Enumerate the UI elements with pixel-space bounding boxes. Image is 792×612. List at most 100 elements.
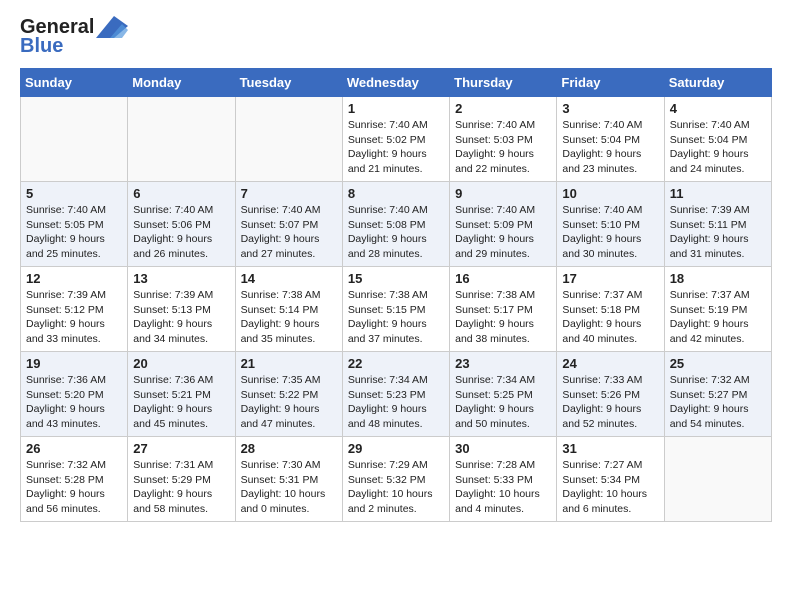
- sunset-info: Sunset: 5:02 PM: [348, 134, 426, 146]
- daylight-hours: Daylight: 9 hours and 35 minutes.: [241, 318, 320, 345]
- calendar-day-13: 13Sunrise: 7:39 AMSunset: 5:13 PMDayligh…: [128, 267, 235, 352]
- day-info: Sunrise: 7:40 AMSunset: 5:02 PMDaylight:…: [348, 118, 444, 177]
- calendar-empty-cell: [235, 97, 342, 182]
- sunrise-info: Sunrise: 7:36 AM: [26, 374, 106, 386]
- calendar-day-15: 15Sunrise: 7:38 AMSunset: 5:15 PMDayligh…: [342, 267, 449, 352]
- calendar-day-24: 24Sunrise: 7:33 AMSunset: 5:26 PMDayligh…: [557, 352, 664, 437]
- day-number: 31: [562, 441, 658, 456]
- sunrise-info: Sunrise: 7:36 AM: [133, 374, 213, 386]
- day-number: 16: [455, 271, 551, 286]
- sunrise-info: Sunrise: 7:33 AM: [562, 374, 642, 386]
- calendar-day-10: 10Sunrise: 7:40 AMSunset: 5:10 PMDayligh…: [557, 182, 664, 267]
- sunrise-info: Sunrise: 7:39 AM: [133, 289, 213, 301]
- day-number: 21: [241, 356, 337, 371]
- day-info: Sunrise: 7:40 AMSunset: 5:04 PMDaylight:…: [562, 118, 658, 177]
- sunrise-info: Sunrise: 7:40 AM: [348, 119, 428, 131]
- daylight-hours: Daylight: 9 hours and 43 minutes.: [26, 403, 105, 430]
- sunrise-info: Sunrise: 7:35 AM: [241, 374, 321, 386]
- sunset-info: Sunset: 5:18 PM: [562, 304, 640, 316]
- sunset-info: Sunset: 5:26 PM: [562, 389, 640, 401]
- day-info: Sunrise: 7:35 AMSunset: 5:22 PMDaylight:…: [241, 373, 337, 432]
- day-info: Sunrise: 7:34 AMSunset: 5:25 PMDaylight:…: [455, 373, 551, 432]
- day-number: 28: [241, 441, 337, 456]
- calendar-week-row: 5Sunrise: 7:40 AMSunset: 5:05 PMDaylight…: [21, 182, 772, 267]
- calendar-day-14: 14 Sunrise: 7:38 AMSunset: 5:14 PMDayligh…: [235, 267, 342, 352]
- daylight-hours: Daylight: 9 hours and 34 minutes.: [133, 318, 212, 345]
- sunset-info: Sunset: 5:28 PM: [26, 474, 104, 486]
- calendar-day-19: 19Sunrise: 7:36 AMSunset: 5:20 PMDayligh…: [21, 352, 128, 437]
- day-info: Sunrise: 7:38 AMSunset: 5:14 PMDaylight:…: [241, 288, 337, 347]
- day-info: Sunrise: 7:29 AMSunset: 5:32 PMDaylight:…: [348, 458, 444, 517]
- sunset-info: Sunset: 5:19 PM: [670, 304, 748, 316]
- day-info: Sunrise: 7:27 AMSunset: 5:34 PMDaylight:…: [562, 458, 658, 517]
- sunrise-info: Sunrise: 7:39 AM: [670, 204, 750, 216]
- sunrise-info: Sunrise: 7:34 AM: [455, 374, 535, 386]
- calendar-empty-cell: [21, 97, 128, 182]
- sunset-info: Sunset: 5:32 PM: [348, 474, 426, 486]
- calendar-day-20: 20 Sunrise: 7:36 AMSunset: 5:21 PMDayligh…: [128, 352, 235, 437]
- calendar-day-31: 31 Sunrise: 7:27 AMSunset: 5:34 PMDayligh…: [557, 437, 664, 522]
- sunrise-info: Sunrise: 7:40 AM: [562, 119, 642, 131]
- day-info: Sunrise: 7:40 AMSunset: 5:09 PMDaylight:…: [455, 203, 551, 262]
- day-number: 10: [562, 186, 658, 201]
- daylight-hours: Daylight: 9 hours and 48 minutes.: [348, 403, 427, 430]
- weekday-header-wednesday: Wednesday: [342, 69, 449, 97]
- daylight-hours: Daylight: 9 hours and 54 minutes.: [670, 403, 749, 430]
- day-info: Sunrise: 7:31 AMSunset: 5:29 PMDaylight:…: [133, 458, 229, 517]
- daylight-hours: Daylight: 9 hours and 50 minutes.: [455, 403, 534, 430]
- calendar-day-18: 18Sunrise: 7:37 AMSunset: 5:19 PMDayligh…: [664, 267, 771, 352]
- calendar-day-28: 28Sunrise: 7:30 AMSunset: 5:31 PMDayligh…: [235, 437, 342, 522]
- sunset-info: Sunset: 5:12 PM: [26, 304, 104, 316]
- day-info: Sunrise: 7:32 AMSunset: 5:27 PMDaylight:…: [670, 373, 766, 432]
- daylight-hours: Daylight: 10 hours and 6 minutes.: [562, 488, 647, 515]
- weekday-header-monday: Monday: [128, 69, 235, 97]
- weekday-header-friday: Friday: [557, 69, 664, 97]
- day-number: 9: [455, 186, 551, 201]
- day-info: Sunrise: 7:40 AMSunset: 5:06 PMDaylight:…: [133, 203, 229, 262]
- sunset-info: Sunset: 5:04 PM: [670, 134, 748, 146]
- day-number: 20: [133, 356, 229, 371]
- daylight-hours: Daylight: 9 hours and 23 minutes.: [562, 148, 641, 175]
- calendar-header-row: SundayMondayTuesdayWednesdayThursdayFrid…: [21, 69, 772, 97]
- day-number: 14: [241, 271, 337, 286]
- sunrise-info: Sunrise: 7:40 AM: [133, 204, 213, 216]
- day-number: 7: [241, 186, 337, 201]
- sunrise-info: Sunrise: 7:31 AM: [133, 459, 213, 471]
- calendar-day-3: 3 Sunrise: 7:40 AMSunset: 5:04 PMDaylight…: [557, 97, 664, 182]
- day-number: 3: [562, 101, 658, 116]
- day-info: Sunrise: 7:39 AMSunset: 5:12 PMDaylight:…: [26, 288, 122, 347]
- daylight-hours: Daylight: 9 hours and 33 minutes.: [26, 318, 105, 345]
- sunrise-info: Sunrise: 7:40 AM: [670, 119, 750, 131]
- day-info: Sunrise: 7:34 AMSunset: 5:23 PMDaylight:…: [348, 373, 444, 432]
- calendar-day-6: 6Sunrise: 7:40 AMSunset: 5:06 PMDaylight…: [128, 182, 235, 267]
- calendar-day-16: 16Sunrise: 7:38 AMSunset: 5:17 PMDayligh…: [450, 267, 557, 352]
- day-number: 26: [26, 441, 122, 456]
- day-info: Sunrise: 7:36 AMSunset: 5:21 PMDaylight:…: [133, 373, 229, 432]
- calendar: SundayMondayTuesdayWednesdayThursdayFrid…: [20, 68, 772, 522]
- calendar-day-29: 29 Sunrise: 7:29 AMSunset: 5:32 PMDayligh…: [342, 437, 449, 522]
- calendar-week-row: 26 Sunrise: 7:32 AMSunset: 5:28 PMDayligh…: [21, 437, 772, 522]
- sunrise-info: Sunrise: 7:30 AM: [241, 459, 321, 471]
- daylight-hours: Daylight: 10 hours and 2 minutes.: [348, 488, 433, 515]
- sunset-info: Sunset: 5:08 PM: [348, 219, 426, 231]
- day-number: 29: [348, 441, 444, 456]
- daylight-hours: Daylight: 9 hours and 30 minutes.: [562, 233, 641, 260]
- sunset-info: Sunset: 5:23 PM: [348, 389, 426, 401]
- daylight-hours: Daylight: 9 hours and 37 minutes.: [348, 318, 427, 345]
- daylight-hours: Daylight: 9 hours and 52 minutes.: [562, 403, 641, 430]
- weekday-header-thursday: Thursday: [450, 69, 557, 97]
- day-info: Sunrise: 7:39 AMSunset: 5:13 PMDaylight:…: [133, 288, 229, 347]
- weekday-header-sunday: Sunday: [21, 69, 128, 97]
- calendar-week-row: 12Sunrise: 7:39 AMSunset: 5:12 PMDayligh…: [21, 267, 772, 352]
- sunrise-info: Sunrise: 7:40 AM: [26, 204, 106, 216]
- sunrise-info: Sunrise: 7:37 AM: [562, 289, 642, 301]
- daylight-hours: Daylight: 9 hours and 31 minutes.: [670, 233, 749, 260]
- calendar-day-22: 22Sunrise: 7:34 AMSunset: 5:23 PMDayligh…: [342, 352, 449, 437]
- daylight-hours: Daylight: 9 hours and 42 minutes.: [670, 318, 749, 345]
- calendar-day-2: 2Sunrise: 7:40 AMSunset: 5:03 PMDaylight…: [450, 97, 557, 182]
- sunrise-info: Sunrise: 7:27 AM: [562, 459, 642, 471]
- day-info: Sunrise: 7:32 AMSunset: 5:28 PMDaylight:…: [26, 458, 122, 517]
- day-number: 17: [562, 271, 658, 286]
- day-info: Sunrise: 7:40 AMSunset: 5:05 PMDaylight:…: [26, 203, 122, 262]
- sunset-info: Sunset: 5:10 PM: [562, 219, 640, 231]
